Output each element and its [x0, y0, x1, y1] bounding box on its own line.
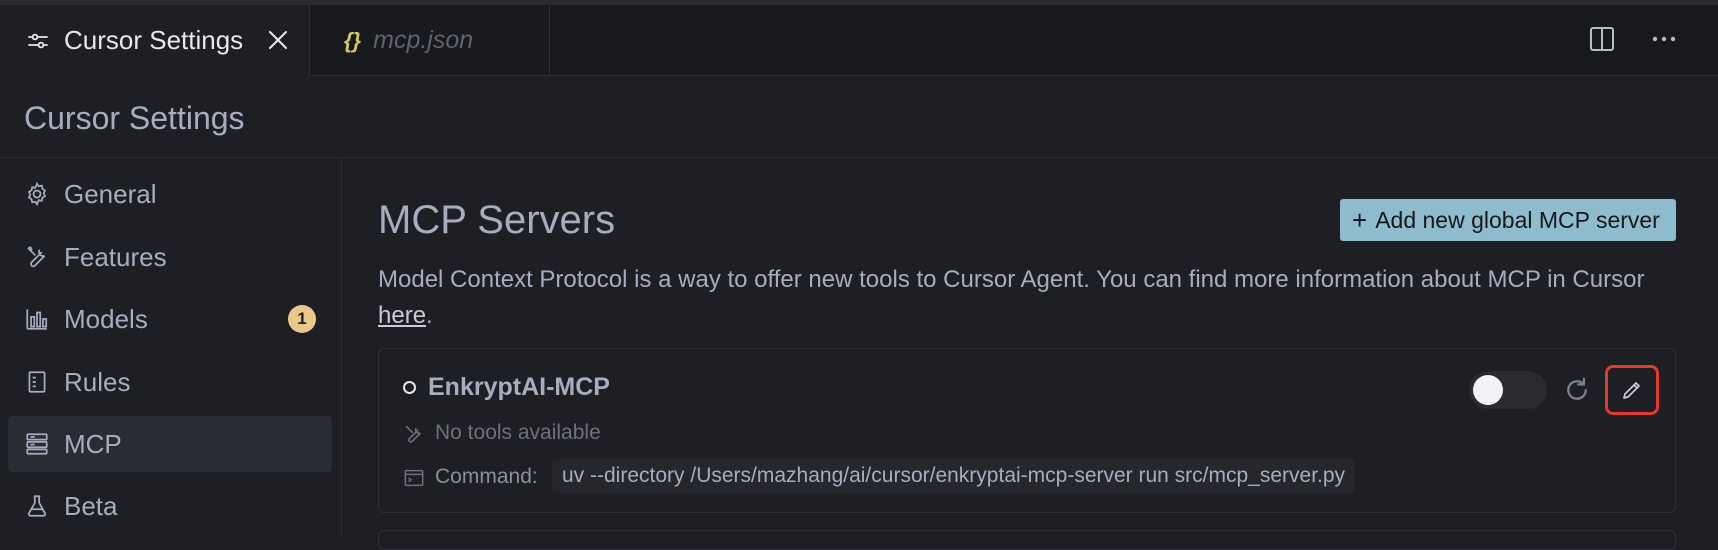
sidebar-item-mcp[interactable]: MCP — [8, 416, 332, 472]
toggle-knob — [1473, 375, 1503, 405]
json-braces-icon: {} — [344, 27, 362, 53]
sidebar-item-label: Models — [64, 303, 148, 334]
pencil-icon — [1620, 378, 1644, 402]
sidebar-item-label: General — [64, 178, 157, 209]
description-end: . — [426, 302, 433, 329]
sidebar-item-label: Beta — [64, 490, 118, 521]
main-content: MCP Servers + Add new global MCP server … — [343, 158, 1718, 550]
editor-actions — [1588, 25, 1678, 58]
section-title: MCP Servers — [378, 198, 616, 242]
tools-icon — [403, 423, 425, 445]
sidebar-item-models[interactable]: Models 1 — [8, 291, 332, 347]
status-indicator — [403, 381, 416, 394]
tab-bar: Cursor Settings {} mcp.json — [0, 0, 1718, 76]
sidebar-item-label: MCP — [64, 428, 122, 459]
mcp-server-card: EnkryptAI-MCP No tools available Command… — [378, 348, 1676, 513]
sidebar-item-label: Features — [64, 241, 167, 272]
add-mcp-server-button[interactable]: + Add new global MCP server — [1340, 199, 1676, 241]
docs-link[interactable]: here — [378, 302, 426, 329]
flask-icon — [24, 493, 50, 519]
sidebar-item-beta[interactable]: Beta — [8, 478, 332, 534]
server-name: EnkryptAI-MCP — [428, 373, 610, 401]
sidebar-item-label: Rules — [64, 366, 131, 397]
gear-icon — [24, 181, 50, 207]
tab-cursor-settings[interactable]: Cursor Settings — [0, 5, 310, 76]
sidebar-item-features[interactable]: Features — [8, 229, 332, 285]
next-server-card — [378, 530, 1676, 550]
more-icon[interactable] — [1650, 25, 1678, 58]
split-editor-icon[interactable] — [1588, 25, 1616, 58]
tab-mcp-json[interactable]: {} mcp.json — [310, 5, 550, 76]
mcp-description: Model Context Protocol is a way to offer… — [378, 262, 1698, 334]
terminal-icon — [403, 467, 425, 489]
server-icon — [24, 431, 50, 457]
command-value: uv --directory /Users/mazhang/ai/cursor/… — [552, 459, 1356, 493]
edit-server-button[interactable] — [1605, 365, 1659, 415]
command-label: Command: — [435, 465, 538, 488]
settings-header: Cursor Settings — [0, 76, 1718, 158]
sidebar: General Features Models 1 Rules MCP Beta — [0, 158, 342, 536]
document-icon — [24, 369, 50, 395]
page-title: Cursor Settings — [24, 100, 245, 136]
refresh-icon[interactable] — [1562, 375, 1592, 405]
notification-badge: 1 — [288, 305, 316, 333]
tab-label: Cursor Settings — [64, 25, 244, 55]
tools-status: No tools available — [435, 421, 601, 444]
server-enable-toggle[interactable] — [1469, 371, 1547, 409]
sidebar-item-general[interactable]: General — [8, 166, 332, 222]
tools-icon — [24, 244, 50, 270]
sliders-icon — [26, 29, 50, 53]
description-text: Model Context Protocol is a way to offer… — [378, 266, 1645, 293]
button-label: Add new global MCP server — [1375, 206, 1660, 233]
tab-label: mcp.json — [373, 26, 474, 54]
plus-icon: + — [1352, 204, 1368, 235]
sidebar-item-rules[interactable]: Rules — [8, 354, 332, 410]
bar-chart-icon — [24, 306, 50, 332]
close-icon[interactable] — [265, 27, 291, 53]
